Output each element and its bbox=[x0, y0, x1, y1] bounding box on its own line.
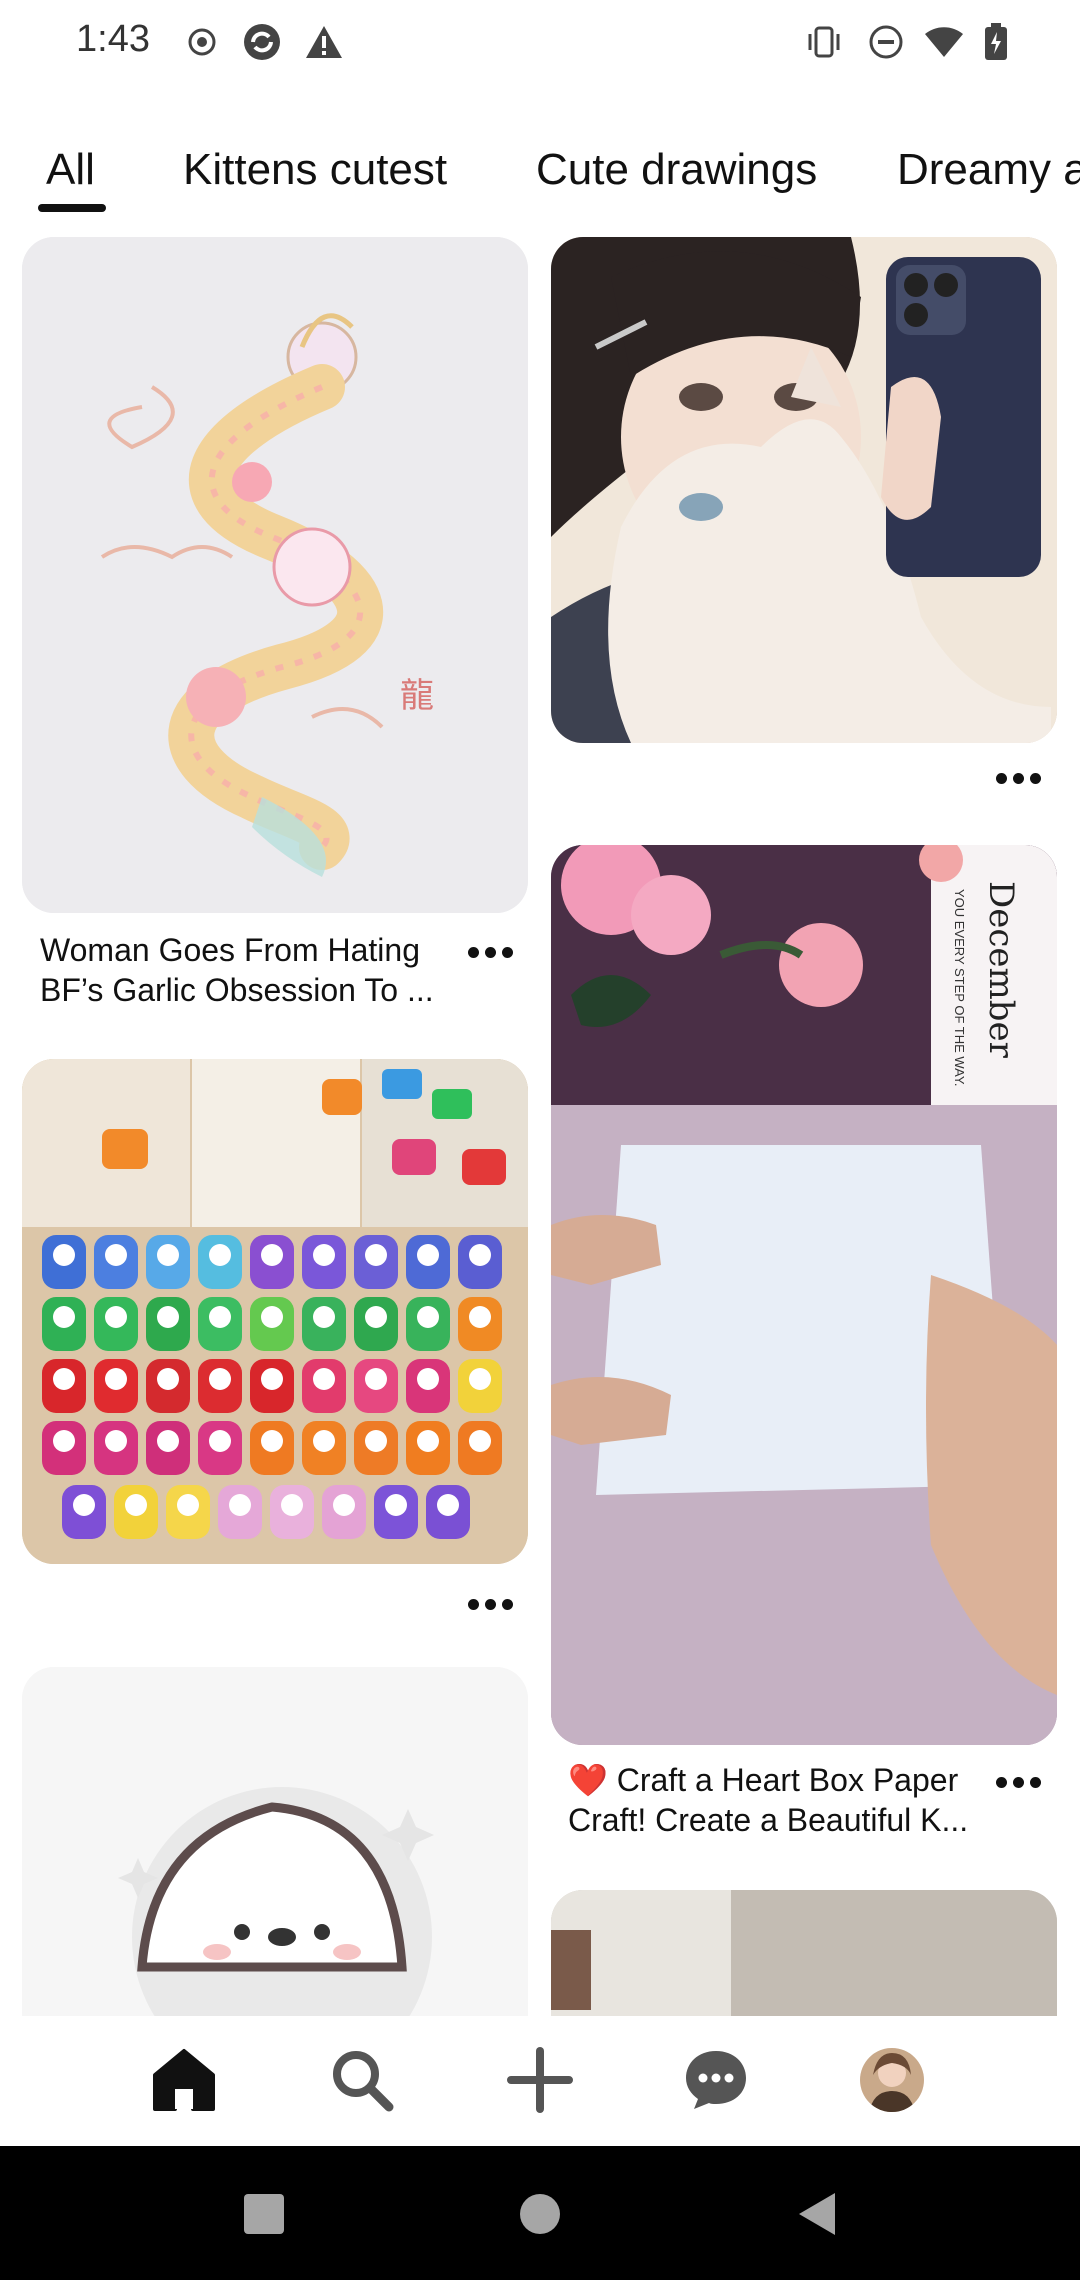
pin-title-line-1: ❤️ Craft a Heart Box Paper bbox=[568, 1762, 959, 1798]
more-options-button[interactable] bbox=[460, 932, 520, 972]
more-options-button[interactable] bbox=[460, 1584, 520, 1624]
tab-all[interactable]: All bbox=[46, 138, 95, 202]
create-plus-icon[interactable] bbox=[500, 2040, 580, 2120]
profile-avatar[interactable] bbox=[852, 2040, 932, 2120]
calendar-month-text: December bbox=[981, 881, 1021, 1058]
chick-illustration bbox=[22, 1667, 528, 2016]
bottom-navigation bbox=[0, 2016, 1080, 2146]
system-navigation-bar bbox=[0, 2146, 1080, 2280]
pin-title-line-2: BF’s Garlic Obsession To ... bbox=[40, 972, 434, 1008]
calendar-subtext: YOU EVERY STEP OF THE WAY. bbox=[952, 889, 967, 1087]
messages-icon[interactable] bbox=[676, 2040, 756, 2120]
tab-selected-indicator bbox=[38, 204, 106, 212]
home-icon[interactable] bbox=[144, 2040, 224, 2120]
dnd-icon bbox=[864, 20, 908, 64]
search-icon[interactable] bbox=[322, 2040, 402, 2120]
status-bar: 1:43 bbox=[0, 0, 1080, 88]
recents-square-icon[interactable] bbox=[236, 2186, 292, 2242]
status-time: 1:43 bbox=[76, 18, 150, 60]
punch-grid bbox=[42, 1235, 512, 1555]
more-options-button[interactable] bbox=[988, 1762, 1048, 1802]
pin-image-chick[interactable] bbox=[22, 1667, 528, 2016]
record-icon bbox=[180, 20, 224, 64]
room-photo bbox=[551, 1890, 1057, 2016]
pin-image-heart-box-craft[interactable]: December YOU EVERY STEP OF THE WAY. bbox=[551, 845, 1057, 1745]
pin-title-line-1: Woman Goes From Hating bbox=[40, 932, 420, 968]
more-options-button[interactable] bbox=[988, 758, 1048, 798]
pin-image-craft-punches[interactable] bbox=[22, 1059, 528, 1564]
girl-cat-illustration bbox=[551, 237, 1057, 743]
pin-feed[interactable]: 龍 Woman Goes From Hating BF’s Garlic Obs… bbox=[0, 230, 1080, 2016]
vibrate-icon bbox=[802, 20, 846, 64]
pin-title-line-2: Craft! Create a Beautiful K... bbox=[568, 1802, 969, 1838]
battery-charging-icon bbox=[974, 20, 1018, 64]
pin-title-dragon[interactable]: Woman Goes From Hating BF’s Garlic Obses… bbox=[40, 930, 460, 1010]
sync-icon bbox=[240, 20, 284, 64]
pin-image-dragon[interactable]: 龍 bbox=[22, 237, 528, 913]
pin-title-heart-box[interactable]: ❤️ Craft a Heart Box Paper Craft! Create… bbox=[568, 1760, 988, 1840]
category-tabs: All Kittens cutest Cute drawings Dreamy … bbox=[0, 138, 1080, 218]
wifi-icon bbox=[922, 20, 966, 64]
svg-text:龍: 龍 bbox=[400, 676, 434, 716]
pin-image-room[interactable] bbox=[551, 1890, 1057, 2016]
warning-icon bbox=[302, 20, 346, 64]
back-triangle-icon[interactable] bbox=[788, 2186, 844, 2242]
pin-image-girl-with-cat[interactable] bbox=[551, 237, 1057, 743]
tab-cute-drawings[interactable]: Cute drawings bbox=[536, 138, 817, 202]
home-circle-icon[interactable] bbox=[512, 2186, 568, 2242]
tab-dreamy[interactable]: Dreamy a bbox=[897, 138, 1080, 202]
tab-kittens-cutest[interactable]: Kittens cutest bbox=[183, 138, 447, 202]
dragon-illustration: 龍 bbox=[22, 237, 528, 913]
